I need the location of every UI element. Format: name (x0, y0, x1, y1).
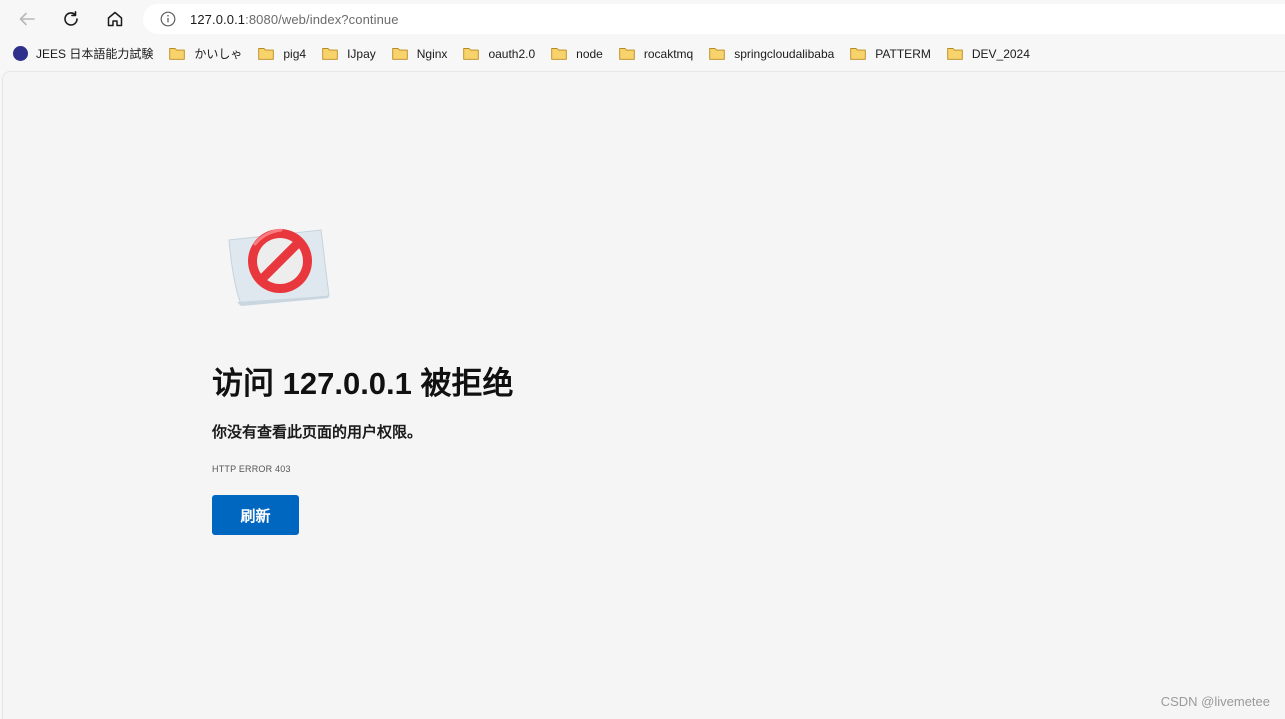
home-icon (107, 11, 123, 27)
bookmarks-bar: JEES 日本語能力試験 かいしゃ pig4 IJpay Nginx oauth… (0, 38, 1285, 69)
bookmark-folder-kaisha[interactable]: かいしゃ (165, 42, 246, 66)
home-button[interactable] (100, 4, 130, 34)
folder-icon (947, 47, 963, 60)
bookmark-folder-oauth[interactable]: oauth2.0 (459, 42, 539, 66)
bookmark-label: PATTERM (875, 46, 931, 61)
site-icon (13, 46, 28, 61)
url-host: 127.0.0.1 (190, 11, 246, 27)
bookmark-folder-rocaktmq[interactable]: rocaktmq (615, 42, 697, 66)
bookmark-label: かいしゃ (194, 47, 243, 61)
folder-icon (551, 47, 567, 60)
folder-icon (463, 47, 480, 60)
watermark: CSDN @livemetee (1160, 694, 1270, 709)
bookmark-folder-ijpay[interactable]: IJpay (318, 42, 380, 66)
bookmark-folder-dev-2024[interactable]: DEV_2024 (943, 42, 1034, 66)
folder-icon (392, 47, 408, 60)
refresh-button[interactable]: 刷新 (212, 495, 299, 535)
bookmark-label: springcloudalibaba (734, 46, 835, 61)
page-title: 访问 127.0.0.1 被拒绝 (212, 366, 514, 401)
url-path: :8080/web/index?continue (245, 11, 399, 27)
folder-icon (258, 47, 275, 60)
bookmark-label: node (576, 46, 603, 61)
bookmark-folder-nginx[interactable]: Nginx (388, 42, 452, 66)
bookmark-label: JEES 日本語能力試験 (36, 47, 154, 61)
address-bar[interactable]: 127.0.0.1:8080/web/index?continue (143, 4, 1285, 34)
error-code: HTTP ERROR 403 (212, 464, 291, 474)
error-message: 你没有查看此页面的用户权限。 (212, 424, 423, 441)
bookmark-label: pig4 (283, 46, 307, 61)
reload-icon (64, 11, 78, 26)
bookmark-folder-springcloudalibaba[interactable]: springcloudalibaba (705, 42, 838, 66)
bookmark-label: oauth2.0 (488, 46, 536, 61)
folder-icon (709, 47, 725, 60)
bookmark-jees[interactable]: JEES 日本語能力試験 (9, 42, 157, 66)
back-button[interactable] (12, 4, 42, 34)
bookmark-label: DEV_2024 (971, 46, 1030, 61)
info-icon[interactable] (160, 11, 176, 27)
bookmark-label: Nginx (416, 46, 448, 61)
bookmark-folder-pig4[interactable]: pig4 (254, 42, 310, 66)
folder-icon (619, 47, 635, 60)
arrow-left-icon (19, 12, 35, 26)
folder-icon (169, 47, 186, 60)
url-text[interactable]: 127.0.0.1:8080/web/index?continue (190, 12, 399, 27)
page-content: 访问 127.0.0.1 被拒绝 你没有查看此页面的用户权限。 HTTP ERR… (2, 71, 1285, 719)
bookmark-label: rocaktmq (643, 46, 694, 61)
folder-icon (322, 47, 338, 60)
bookmark-folder-patterm[interactable]: PATTERM (846, 42, 935, 66)
bookmark-folder-node[interactable]: node (547, 42, 607, 66)
bookmark-label: IJpay (347, 46, 376, 61)
prohibited-icon (223, 222, 333, 312)
browser-toolbar: 127.0.0.1:8080/web/index?continue (0, 0, 1285, 38)
folder-icon (850, 47, 867, 60)
reload-button[interactable] (56, 4, 86, 34)
